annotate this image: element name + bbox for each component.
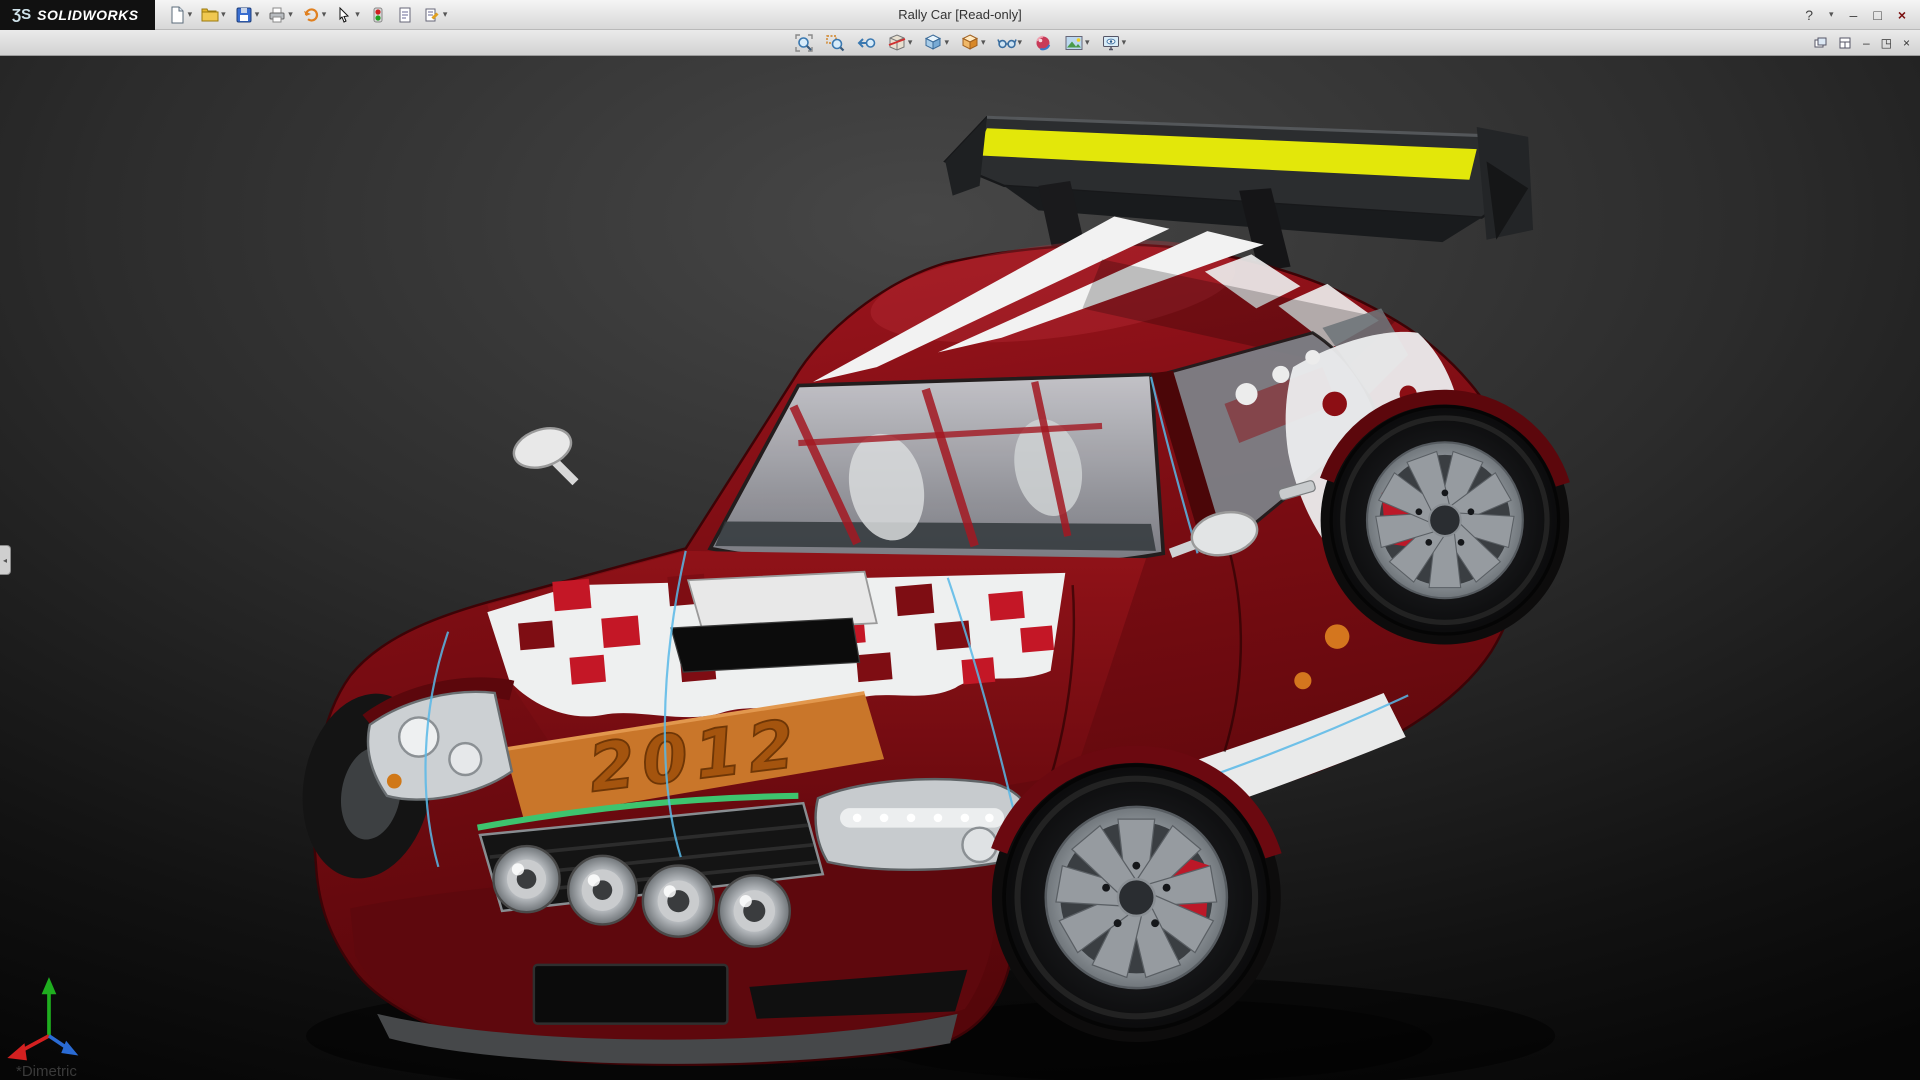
- chevron-down-icon[interactable]: ▾: [1122, 38, 1127, 47]
- heads-up-view-toolbar: ▾ ▾ ▾ ▾ ▾ ▾: [792, 32, 1128, 54]
- chevron-down-icon[interactable]: ▾: [355, 10, 360, 19]
- document-restore-button[interactable]: ◳: [1881, 36, 1892, 50]
- save-button[interactable]: ▾: [232, 4, 263, 26]
- edit-appearance-button[interactable]: [1031, 32, 1055, 54]
- new-button[interactable]: ▾: [165, 4, 196, 26]
- heads-up-bar: ▾ ▾ ▾ ▾ ▾ ▾ – ◳ ×: [0, 30, 1920, 56]
- view-orientation-label: *Dimetric: [16, 1063, 77, 1080]
- edit-appearance-ball-icon: [1033, 33, 1053, 53]
- help-chevron-down-icon[interactable]: ▾: [1829, 10, 1834, 19]
- zoom-to-area-icon: [825, 33, 845, 53]
- hide-show-items-button[interactable]: ▾: [995, 32, 1025, 54]
- undo-button[interactable]: ▾: [299, 4, 330, 26]
- view-orientation-button[interactable]: ▾: [921, 32, 951, 54]
- print-button[interactable]: ▾: [265, 4, 296, 26]
- new-document-icon: [168, 6, 186, 24]
- rear-right-wheel[interactable]: [1321, 396, 1570, 645]
- title-bar: ƷS SOLIDWORKS ▾ ▾ ▾ ▾ ▾ ▾: [0, 0, 1920, 30]
- previous-view-icon: [856, 33, 876, 53]
- chevron-down-icon[interactable]: ▾: [908, 38, 913, 47]
- display-style-button[interactable]: ▾: [958, 32, 988, 54]
- open-folder-icon: [201, 6, 219, 24]
- feature-manager-splitter[interactable]: ◂: [0, 545, 11, 575]
- new-window-icon[interactable]: [1813, 36, 1827, 50]
- section-view-button[interactable]: ▾: [885, 32, 915, 54]
- chevron-down-icon[interactable]: ▾: [221, 10, 226, 19]
- zoom-to-fit-icon: [794, 33, 814, 53]
- display-style-cube-icon: [960, 33, 980, 53]
- help-button[interactable]: ?: [1805, 7, 1813, 23]
- chevron-down-icon[interactable]: ▾: [981, 38, 986, 47]
- close-button[interactable]: ×: [1898, 7, 1906, 23]
- options-button[interactable]: ▾: [420, 4, 451, 26]
- rebuild-button[interactable]: [366, 4, 390, 26]
- apply-scene-icon: [1064, 33, 1084, 53]
- document-window-controls: – ◳ ×: [1813, 30, 1910, 56]
- chevron-down-icon[interactable]: ▾: [1085, 38, 1090, 47]
- 3d-scene[interactable]: 2012: [0, 56, 1920, 1080]
- main-toolbar: ▾ ▾ ▾ ▾ ▾ ▾ ▾: [155, 4, 451, 26]
- window-controls: ? ▾ – □ ×: [1805, 7, 1920, 23]
- previous-view-button[interactable]: [854, 32, 878, 54]
- hide-show-glasses-icon: [997, 33, 1017, 53]
- chevron-down-icon[interactable]: ▾: [443, 10, 448, 19]
- chevron-down-icon[interactable]: ▾: [944, 38, 949, 47]
- open-button[interactable]: ▾: [198, 4, 229, 26]
- section-view-icon: [887, 33, 907, 53]
- undo-arrow-icon: [302, 6, 320, 24]
- solidworks-logo-text: SOLIDWORKS: [37, 7, 138, 23]
- license-plate: [534, 965, 727, 1024]
- collapse-left-icon: ◂: [3, 556, 7, 565]
- solidworks-logo-mark-icon: ƷS: [12, 6, 31, 23]
- select-button[interactable]: ▾: [332, 4, 363, 26]
- chevron-down-icon[interactable]: ▾: [255, 10, 260, 19]
- print-icon: [268, 6, 286, 24]
- rebuild-traffic-light-icon: [369, 6, 387, 24]
- chevron-down-icon[interactable]: ▾: [322, 10, 327, 19]
- view-orientation-cube-icon: [923, 33, 943, 53]
- document-minimize-button[interactable]: –: [1863, 36, 1870, 50]
- zoom-to-fit-button[interactable]: [792, 32, 816, 54]
- view-settings-button[interactable]: ▾: [1099, 32, 1129, 54]
- document-close-button[interactable]: ×: [1903, 36, 1910, 50]
- chevron-down-icon[interactable]: ▾: [288, 10, 293, 19]
- maximize-button[interactable]: □: [1873, 7, 1881, 23]
- zoom-to-area-button[interactable]: [823, 32, 847, 54]
- graphics-viewport[interactable]: 2012: [0, 56, 1920, 1080]
- chevron-down-icon[interactable]: ▾: [188, 10, 193, 19]
- file-properties-button[interactable]: [393, 4, 417, 26]
- select-cursor-icon: [335, 6, 353, 24]
- front-right-wheel[interactable]: [992, 753, 1281, 1042]
- save-floppy-icon: [235, 6, 253, 24]
- file-properties-icon: [396, 6, 414, 24]
- solidworks-logo: ƷS SOLIDWORKS: [0, 0, 155, 30]
- options-sheet-pencil-icon: [423, 6, 441, 24]
- tile-windows-icon[interactable]: [1838, 36, 1852, 50]
- apply-scene-button[interactable]: ▾: [1062, 32, 1092, 54]
- minimize-button[interactable]: –: [1850, 7, 1858, 23]
- chevron-down-icon[interactable]: ▾: [1018, 38, 1023, 47]
- right-headlight: [816, 779, 1029, 870]
- view-settings-icon: [1101, 33, 1121, 53]
